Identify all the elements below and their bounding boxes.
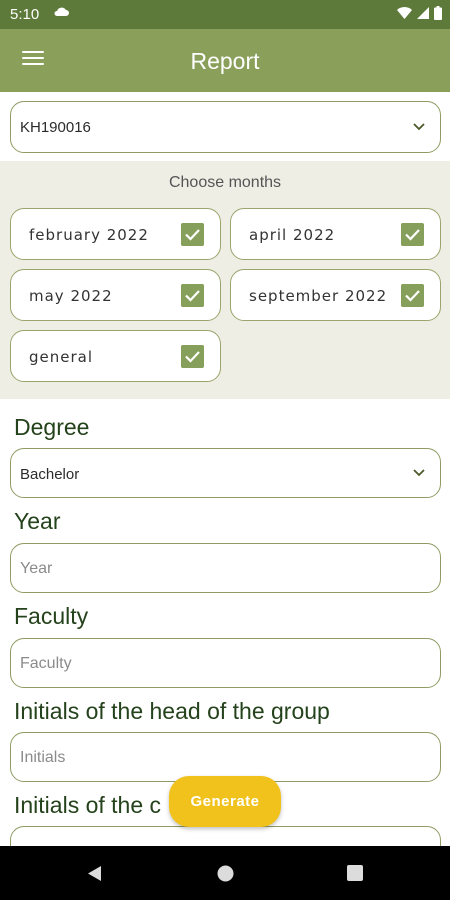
generate-button[interactable]: Generate [169,776,281,827]
status-bar: 5:10 [0,0,450,29]
chevron-down-icon [413,123,425,131]
checkbox-checked-icon[interactable] [401,223,424,246]
back-icon[interactable] [86,865,102,882]
faculty-label: Faculty [14,603,89,629]
other-initials-label: Initials of the c [14,792,162,818]
chevron-down-icon [413,469,425,477]
month-chip-label: may 2022 [29,287,113,305]
month-chip-april-2022[interactable]: april 2022 [230,208,441,260]
page-title: Report [190,48,260,74]
faculty-placeholder: Faculty [20,655,72,672]
degree-value: Bachelor [20,466,80,483]
cloud-icon [54,7,69,16]
checkbox-checked-icon[interactable] [181,223,204,246]
checkbox-checked-icon[interactable] [401,284,424,307]
month-chip-general[interactable]: general [10,330,221,382]
month-chip-label: february 2022 [29,226,149,244]
student-id-dropdown[interactable]: KH190016 [10,101,441,153]
app-bar: Report [0,29,450,92]
choose-months-label: Choose months [168,174,282,191]
month-chip-september-2022[interactable]: september 2022 [230,269,441,321]
month-chip-may-2022[interactable]: may 2022 [10,269,221,321]
month-chip-label: september 2022 [249,287,388,305]
checkbox-checked-icon[interactable] [181,284,204,307]
month-chip-february-2022[interactable]: february 2022 [10,208,221,260]
system-icons [397,6,442,20]
checkbox-checked-icon[interactable] [181,345,204,368]
head-initials-field[interactable]: Initials [10,732,441,782]
home-icon[interactable] [217,865,234,882]
months-panel: Choose months february 2022 april 2022 m… [0,161,450,399]
wifi-icon [397,7,412,19]
year-field[interactable]: Year [10,543,441,593]
month-chip-label: april 2022 [249,226,336,244]
signal-icon [417,7,429,19]
status-time: 5:10 [10,6,40,23]
degree-label: Degree [14,414,90,440]
faculty-field[interactable]: Faculty [10,638,441,688]
student-id-value: KH190016 [20,119,91,136]
year-placeholder: Year [20,560,53,577]
month-chip-label: general [29,348,94,366]
head-initials-placeholder: Initials [20,749,66,766]
recents-icon[interactable] [347,865,363,881]
year-label: Year [14,508,61,534]
head-initials-label: Initials of the head of the group [14,698,330,724]
system-nav-bar [0,846,450,900]
degree-dropdown[interactable]: Bachelor [10,448,441,498]
battery-icon [434,6,442,20]
